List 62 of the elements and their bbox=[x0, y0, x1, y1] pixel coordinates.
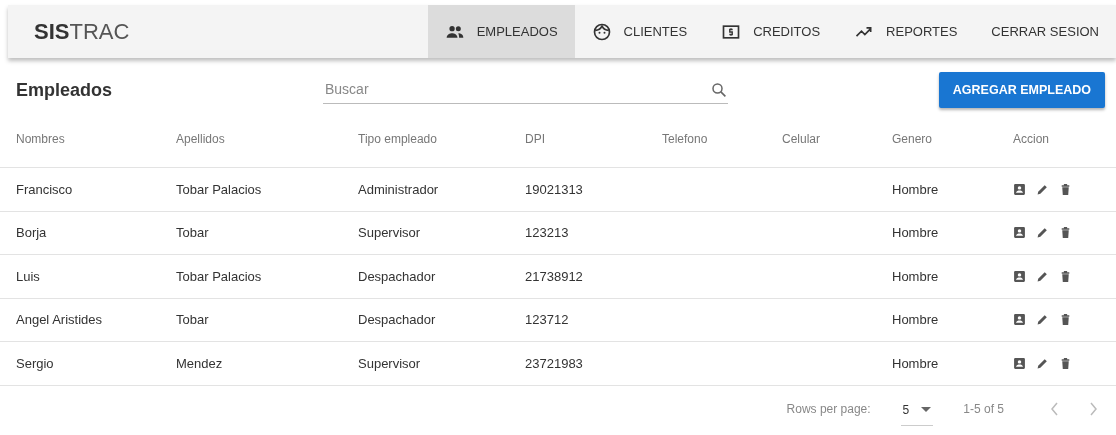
delete-icon[interactable] bbox=[1059, 226, 1072, 240]
table-cell-text: Hombre bbox=[892, 224, 940, 242]
rows-per-page-select[interactable]: 5 bbox=[900, 399, 934, 426]
contact-card-icon[interactable] bbox=[1013, 356, 1026, 370]
table-cell-text: Angel Aristides bbox=[16, 311, 103, 329]
edit-icon[interactable] bbox=[1036, 313, 1049, 327]
table-cell-text: Mendez bbox=[176, 354, 224, 373]
edit-icon[interactable] bbox=[1036, 269, 1049, 283]
table-cell-text: 123213 bbox=[525, 224, 570, 242]
dropdown-caret-icon bbox=[921, 407, 932, 413]
column-header: DPI bbox=[525, 130, 546, 148]
table-cell-text: Supervisor bbox=[358, 224, 422, 242]
nav-tab[interactable]: CREDITOS bbox=[704, 5, 838, 58]
delete-icon[interactable] bbox=[1059, 269, 1072, 283]
table-cell-text: Borja bbox=[16, 224, 48, 242]
nav-tab[interactable]: CERRAR SESION bbox=[974, 5, 1116, 58]
page-range: 1-5 of 5 bbox=[963, 400, 1004, 418]
table-cell-text: Hombre bbox=[892, 354, 940, 373]
table-cell-text: Sergio bbox=[16, 354, 55, 373]
contact-card-icon[interactable] bbox=[1013, 182, 1026, 196]
table-cell-text: Hombre bbox=[892, 267, 940, 286]
edit-icon[interactable] bbox=[1036, 356, 1049, 370]
page-title: Empleados bbox=[16, 78, 114, 102]
table-cell-text: Hombre bbox=[892, 311, 940, 329]
table-cell-text: Francisco bbox=[16, 180, 74, 199]
table-cell-text: Tobar bbox=[176, 224, 210, 242]
table-cell-text: Administrador bbox=[358, 180, 440, 199]
column-header: Celular bbox=[782, 130, 821, 148]
column-header: Genero bbox=[892, 130, 934, 148]
column-header: Apellidos bbox=[176, 130, 226, 148]
rows-per-page-label: Rows per page: bbox=[786, 400, 871, 418]
delete-icon[interactable] bbox=[1059, 356, 1072, 370]
table-cell-text: Luis bbox=[16, 267, 41, 286]
contact-card-icon[interactable] bbox=[1013, 269, 1026, 283]
table-cell-text: Despachador bbox=[358, 267, 437, 286]
table-cell-text: 23721983 bbox=[525, 354, 584, 373]
edit-icon[interactable] bbox=[1036, 226, 1049, 240]
app-logo[interactable]: SISTRAC bbox=[34, 15, 428, 48]
column-header: Tipo empleado bbox=[358, 130, 438, 148]
table-cell-text: 21738912 bbox=[525, 267, 584, 286]
table-cell-text: Supervisor bbox=[358, 354, 422, 373]
table-cell-text: Despachador bbox=[358, 311, 437, 329]
delete-icon[interactable] bbox=[1059, 313, 1072, 327]
table-cell-text: Tobar Palacios bbox=[176, 180, 263, 199]
column-header: Accion bbox=[1013, 130, 1051, 148]
nav-tab[interactable]: EMPLEADOS bbox=[427, 5, 575, 58]
search-icon[interactable] bbox=[710, 80, 728, 99]
table-cell-text: 123712 bbox=[525, 311, 570, 329]
table-cell-text: Tobar bbox=[176, 311, 210, 329]
nav-tab[interactable]: CLIENTES bbox=[574, 5, 705, 58]
column-header: Nombres bbox=[16, 130, 66, 148]
delete-icon[interactable] bbox=[1059, 182, 1072, 196]
table-cell-text: 19021313 bbox=[525, 180, 584, 199]
nav-tab[interactable]: REPORTES bbox=[837, 5, 975, 58]
add-employee-button[interactable]: AGREGAR EMPLEADO bbox=[938, 71, 1105, 109]
contact-card-icon[interactable] bbox=[1013, 313, 1026, 327]
column-header: Telefono bbox=[662, 130, 709, 148]
edit-icon[interactable] bbox=[1036, 182, 1049, 196]
table-cell-text: Hombre bbox=[892, 180, 940, 199]
face-icon bbox=[591, 21, 612, 42]
table-cell-text: Tobar Palacios bbox=[176, 267, 263, 286]
contact-card-icon[interactable] bbox=[1013, 226, 1026, 240]
